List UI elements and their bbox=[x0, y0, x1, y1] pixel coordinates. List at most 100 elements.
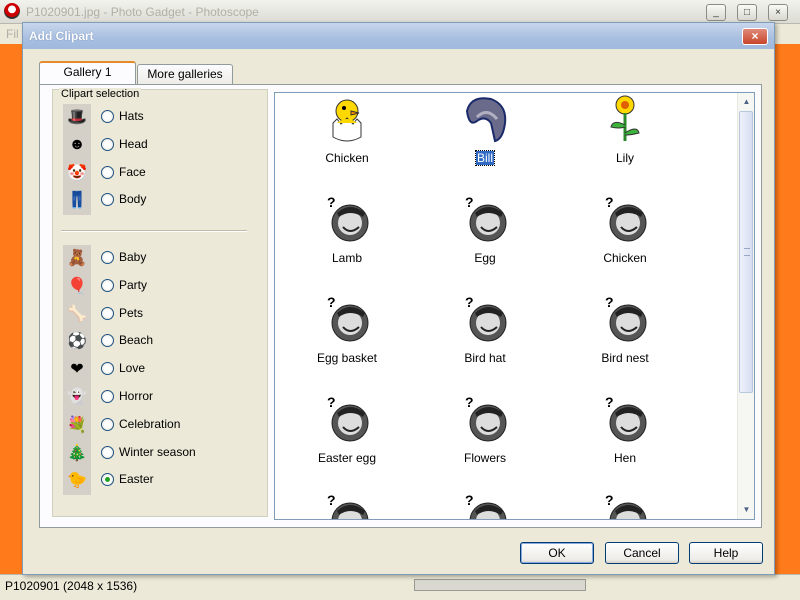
menu-file[interactable]: Fil bbox=[6, 27, 19, 41]
clipart-item[interactable]: ? Chicken bbox=[561, 193, 681, 289]
ok-button[interactable]: OK bbox=[520, 542, 594, 564]
maximize-button[interactable]: □ bbox=[737, 4, 757, 21]
radio-button[interactable] bbox=[101, 306, 114, 320]
top-hat-icon: 🎩 bbox=[63, 104, 91, 130]
radio-button[interactable] bbox=[101, 165, 114, 179]
clipart-label-text: Egg bbox=[474, 251, 496, 265]
missing-clipart-icon: ? bbox=[323, 393, 371, 445]
clipart-item[interactable]: ? Hen bbox=[561, 393, 681, 489]
help-button[interactable]: Help bbox=[689, 542, 763, 564]
selection-item-love[interactable]: ❤ Love bbox=[63, 356, 263, 383]
svg-text:?: ? bbox=[327, 394, 336, 410]
clipart-item[interactable]: Lily bbox=[561, 93, 681, 189]
svg-text:?: ? bbox=[465, 294, 474, 310]
clipart-selection-group: Clipart selection 🎩 Hats ☻ Head 🤡 Face 👖 Body 🧸 B… bbox=[52, 88, 268, 517]
clipart-item[interactable]: ? bbox=[561, 491, 681, 519]
clipart-label-text: Bill bbox=[474, 150, 496, 166]
selection-item-baby[interactable]: 🧸 Baby bbox=[63, 245, 263, 271]
clipart-item[interactable]: ? Egg bbox=[421, 193, 541, 289]
radio-button[interactable] bbox=[101, 110, 114, 123]
add-clipart-dialog: Add Clipart × Gallery 1 More galleries C… bbox=[22, 22, 775, 575]
selection-label: Love bbox=[119, 361, 146, 376]
clipart-label-text: Bird nest bbox=[601, 351, 649, 365]
radio-button[interactable] bbox=[101, 417, 114, 431]
missing-clipart-icon: ? bbox=[601, 193, 649, 245]
missing-clipart-icon: ? bbox=[461, 393, 509, 445]
radio-button[interactable] bbox=[101, 193, 114, 207]
close-app-button[interactable]: × bbox=[768, 4, 788, 21]
svg-text:?: ? bbox=[605, 194, 614, 210]
scroll-down-icon[interactable]: ▼ bbox=[739, 502, 754, 517]
clipart-item[interactable]: ? Easter egg bbox=[283, 393, 403, 489]
tab-gallery-1[interactable]: Gallery 1 bbox=[39, 61, 136, 84]
minimize-button[interactable]: _ bbox=[706, 4, 726, 21]
missing-clipart-icon: ? bbox=[601, 293, 649, 345]
ghost-icon: 👻 bbox=[63, 384, 91, 410]
gallery-scrollbar[interactable]: ▲ ▼ bbox=[737, 93, 754, 519]
missing-clipart-icon: ? bbox=[323, 491, 371, 519]
clipart-item[interactable]: ? Lamb bbox=[283, 193, 403, 289]
chick-icon: 🐤 bbox=[63, 467, 91, 494]
selection-item-body[interactable]: 👖 Body bbox=[63, 187, 263, 214]
app-logo-icon bbox=[4, 3, 20, 19]
selection-item-head[interactable]: ☻ Head bbox=[63, 131, 263, 158]
clipart-item[interactable]: ? Egg basket bbox=[283, 293, 403, 389]
background-window-title: P1020901.jpg - Photo Gadget - Photoscope bbox=[26, 5, 259, 19]
clipart-label: Lamb bbox=[283, 251, 411, 265]
clipart-selection-legend: Clipart selection bbox=[59, 88, 142, 100]
tab-label: More galleries bbox=[147, 67, 223, 81]
selection-item-winter-season[interactable]: 🎄 Winter season bbox=[63, 439, 263, 466]
status-bar: P1020901 (2048 x 1536) bbox=[0, 574, 800, 600]
clipart-item[interactable]: ? bbox=[421, 491, 541, 519]
selection-label: Beach bbox=[119, 333, 154, 348]
selection-label: Celebration bbox=[119, 416, 181, 431]
svg-text:?: ? bbox=[605, 492, 614, 508]
selection-item-hats[interactable]: 🎩 Hats bbox=[63, 104, 263, 130]
selection-label: Horror bbox=[119, 389, 154, 403]
clipart-label-text: Chicken bbox=[325, 151, 369, 165]
clipart-label: Chicken bbox=[561, 251, 689, 265]
radio-button[interactable] bbox=[101, 390, 114, 403]
selection-item-easter[interactable]: 🐤 Easter bbox=[63, 467, 263, 494]
radio-button[interactable] bbox=[101, 473, 114, 487]
clipart-item[interactable]: ? bbox=[283, 491, 403, 519]
beach-ball-icon: ⚽ bbox=[63, 328, 91, 355]
scroll-up-icon[interactable]: ▲ bbox=[739, 94, 754, 109]
dialog-close-button[interactable]: × bbox=[742, 28, 768, 45]
lily-flower-icon bbox=[601, 93, 649, 145]
clipart-gallery: Chicken Bill Lily? Lamb? Egg? Chicken? Egg bas… bbox=[274, 92, 755, 520]
dialog-title: Add Clipart bbox=[29, 29, 94, 43]
selection-label: Hats bbox=[119, 109, 144, 123]
missing-clipart-icon: ? bbox=[461, 193, 509, 245]
svg-text:?: ? bbox=[465, 194, 474, 210]
close-icon: × bbox=[751, 29, 759, 43]
missing-clipart-icon: ? bbox=[323, 193, 371, 245]
selection-item-horror[interactable]: 👻 Horror bbox=[63, 384, 263, 410]
clipart-item[interactable]: ? Bird nest bbox=[561, 293, 681, 389]
selection-item-pets[interactable]: 🦴 Pets bbox=[63, 300, 263, 327]
selection-item-party[interactable]: 🎈 Party bbox=[63, 272, 263, 299]
clipart-item[interactable]: ? Bird hat bbox=[421, 293, 541, 389]
clipart-label: Easter egg bbox=[283, 451, 411, 465]
selection-item-beach[interactable]: ⚽ Beach bbox=[63, 328, 263, 355]
tab-more-galleries[interactable]: More galleries bbox=[137, 64, 233, 85]
radio-button[interactable] bbox=[101, 137, 114, 151]
clipart-label: Lily bbox=[561, 151, 689, 165]
clipart-item[interactable]: Chicken bbox=[283, 93, 403, 189]
clipart-item[interactable]: Bill bbox=[421, 93, 541, 189]
selection-item-celebration[interactable]: 💐 Celebration bbox=[63, 411, 263, 438]
cancel-button[interactable]: Cancel bbox=[605, 542, 679, 564]
radio-button[interactable] bbox=[101, 278, 114, 292]
clown-face-icon: 🤡 bbox=[63, 159, 91, 186]
radio-button[interactable] bbox=[101, 445, 114, 459]
radio-button[interactable] bbox=[101, 334, 114, 348]
radio-button[interactable] bbox=[101, 251, 114, 264]
scrollbar-thumb[interactable] bbox=[739, 111, 753, 393]
dialog-titlebar[interactable]: Add Clipart × bbox=[23, 23, 774, 49]
radio-button[interactable] bbox=[101, 362, 114, 376]
svg-text:?: ? bbox=[605, 294, 614, 310]
clipart-item[interactable]: ? Flowers bbox=[421, 393, 541, 489]
selection-item-face[interactable]: 🤡 Face bbox=[63, 159, 263, 186]
svg-text:?: ? bbox=[605, 394, 614, 410]
clipart-label-text: Hen bbox=[613, 451, 636, 465]
